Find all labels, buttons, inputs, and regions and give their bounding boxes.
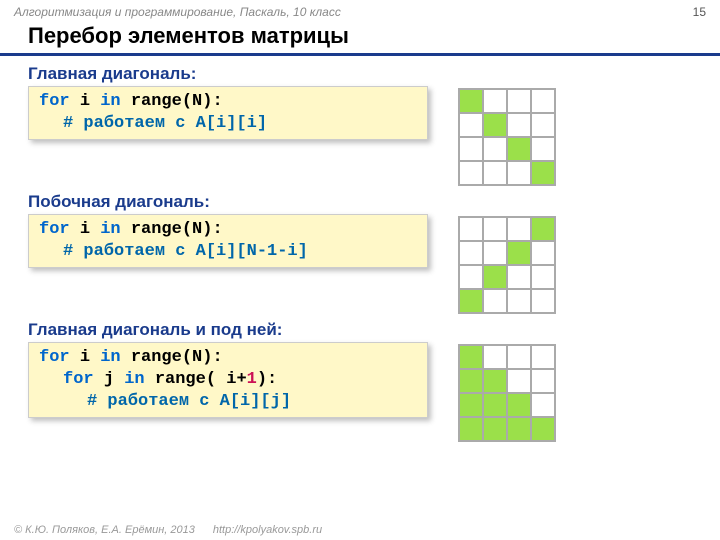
- matrix-grid: [458, 88, 556, 186]
- grid-cell: [459, 417, 483, 441]
- grid-cell: [483, 161, 507, 185]
- grid-cell: [507, 217, 531, 241]
- grid-cell: [459, 217, 483, 241]
- grid-cell: [459, 161, 483, 185]
- code-line: for i in range(N):: [39, 219, 417, 241]
- copyright: © К.Ю. Поляков, Е.А. Ерёмин, 2013: [14, 524, 195, 536]
- grid-cell: [507, 345, 531, 369]
- grid-cell: [507, 161, 531, 185]
- grid-cell: [483, 345, 507, 369]
- code-block: for i in range(N):for j in range( i+1):#…: [28, 342, 428, 418]
- grid-cell: [483, 369, 507, 393]
- section: Побочная диагональ:for i in range(N):# р…: [0, 190, 720, 318]
- grid-cell: [483, 241, 507, 265]
- section: Главная диагональ:for i in range(N):# ра…: [0, 62, 720, 190]
- footer-url: http://kpolyakov.spb.ru: [213, 524, 322, 536]
- code-line: for j in range( i+1):: [39, 369, 417, 391]
- code-line: # работаем с A[i][j]: [39, 391, 417, 413]
- grid-cell: [459, 89, 483, 113]
- section-row: for i in range(N):# работаем с A[i][i]: [28, 86, 706, 186]
- code-line: for i in range(N):: [39, 91, 417, 113]
- grid-cell: [483, 265, 507, 289]
- page-title: Перебор элементов матрицы: [0, 21, 720, 56]
- grid-cell: [507, 89, 531, 113]
- grid-cell: [483, 393, 507, 417]
- grid-cell: [531, 265, 555, 289]
- grid-cell: [483, 217, 507, 241]
- grid-cell: [507, 265, 531, 289]
- grid-cell: [507, 393, 531, 417]
- grid-cell: [459, 113, 483, 137]
- code-block: for i in range(N):# работаем с A[i][i]: [28, 86, 428, 140]
- grid-cell: [459, 289, 483, 313]
- matrix-grid: [458, 216, 556, 314]
- footer: © К.Ю. Поляков, Е.А. Ерёмин, 2013 http:/…: [14, 524, 322, 536]
- grid-cell: [459, 345, 483, 369]
- section-row: for i in range(N):for j in range( i+1):#…: [28, 342, 706, 442]
- page-number: 15: [693, 5, 706, 19]
- grid-cell: [483, 417, 507, 441]
- grid-cell: [531, 345, 555, 369]
- grid-cell: [483, 137, 507, 161]
- grid-cell: [483, 113, 507, 137]
- grid-cell: [459, 369, 483, 393]
- grid-cell: [459, 393, 483, 417]
- section-label: Главная диагональ и под ней:: [28, 320, 706, 340]
- section-label: Побочная диагональ:: [28, 192, 706, 212]
- grid-cell: [459, 241, 483, 265]
- grid-cell: [531, 241, 555, 265]
- code-line: for i in range(N):: [39, 347, 417, 369]
- grid-cell: [531, 393, 555, 417]
- grid-cell: [531, 289, 555, 313]
- grid-cell: [507, 113, 531, 137]
- grid-cell: [531, 113, 555, 137]
- grid-cell: [507, 241, 531, 265]
- section: Главная диагональ и под ней:for i in ran…: [0, 318, 720, 446]
- code-block: for i in range(N):# работаем с A[i][N-1-…: [28, 214, 428, 268]
- grid-cell: [531, 161, 555, 185]
- code-line: # работаем с A[i][N-1-i]: [39, 241, 417, 263]
- grid-cell: [531, 369, 555, 393]
- course-label: Алгоритмизация и программирование, Паска…: [14, 5, 341, 19]
- grid-cell: [531, 89, 555, 113]
- grid-cell: [483, 89, 507, 113]
- grid-cell: [531, 417, 555, 441]
- grid-cell: [531, 137, 555, 161]
- section-label: Главная диагональ:: [28, 64, 706, 84]
- grid-cell: [531, 217, 555, 241]
- section-row: for i in range(N):# работаем с A[i][N-1-…: [28, 214, 706, 314]
- grid-cell: [459, 265, 483, 289]
- grid-cell: [507, 137, 531, 161]
- header: Алгоритмизация и программирование, Паска…: [0, 0, 720, 21]
- matrix-grid: [458, 344, 556, 442]
- grid-cell: [483, 289, 507, 313]
- code-line: # работаем с A[i][i]: [39, 113, 417, 135]
- grid-cell: [507, 289, 531, 313]
- grid-cell: [507, 369, 531, 393]
- grid-cell: [459, 137, 483, 161]
- grid-cell: [507, 417, 531, 441]
